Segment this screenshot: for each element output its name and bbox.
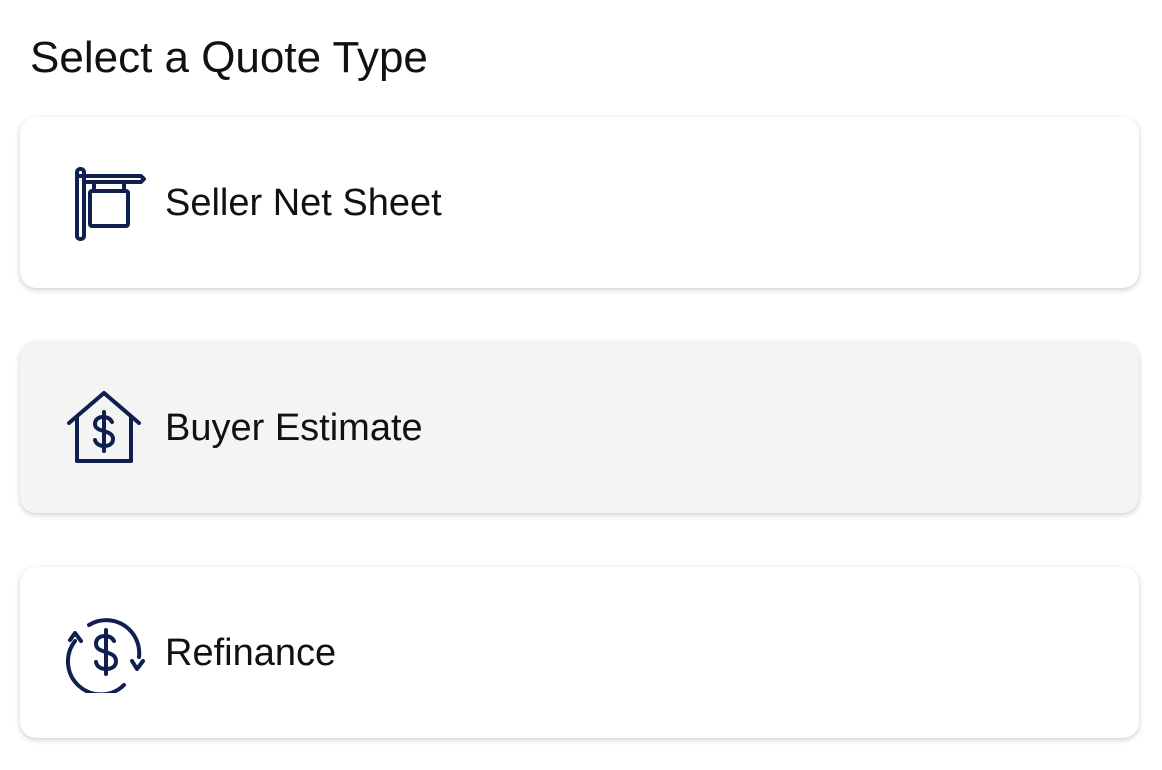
refresh-dollar-icon [66,613,146,693]
page-title: Select a Quote Type [30,33,428,82]
for-sale-sign-icon [66,163,146,243]
house-dollar-icon [66,388,146,468]
quote-type-buyer-estimate[interactable]: Buyer Estimate [20,342,1139,513]
quote-type-label: Refinance [165,631,337,674]
quote-type-label: Buyer Estimate [165,406,423,449]
quote-type-label: Seller Net Sheet [165,181,442,224]
quote-type-refinance[interactable]: Refinance [20,567,1139,738]
quote-type-seller-net-sheet[interactable]: Seller Net Sheet [20,117,1139,288]
